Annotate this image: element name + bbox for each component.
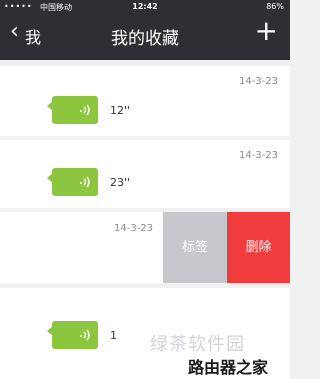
status-bar: ••••• 中国移动 12:42 86% — [0, 0, 290, 14]
delete-button[interactable]: 删除 — [227, 212, 290, 283]
item-date: 14-3-23 — [238, 76, 278, 87]
favorite-item[interactable]: 14-3-23 12'' — [0, 66, 290, 136]
voice-duration: 1 — [110, 329, 117, 342]
favorite-item-swiped[interactable]: 14-3-23 标签 删除 — [0, 212, 290, 283]
top-bar: ••••• 中国移动 12:42 86% ‹ 我 我的收藏 + — [0, 0, 290, 60]
watermark-text: 路由器之家 — [188, 358, 269, 377]
tag-button[interactable]: 标签 — [163, 212, 227, 283]
voice-bubble[interactable] — [52, 96, 98, 124]
battery-level: 86% — [266, 2, 284, 11]
navigation-bar: ‹ 我 我的收藏 + — [0, 14, 290, 60]
page-title: 我的收藏 — [111, 29, 179, 49]
watermark-text: 绿茶软件园 — [150, 334, 245, 355]
item-date: 14-3-23 — [114, 223, 154, 234]
clock: 12:42 — [132, 2, 158, 11]
item-date: 14-3-23 — [238, 150, 278, 161]
voice-wave-icon — [80, 104, 90, 116]
voice-bubble[interactable] — [52, 321, 98, 349]
voice-bubble[interactable] — [52, 168, 98, 196]
watermark: 绿茶软件园 路由器之家 — [140, 330, 290, 379]
voice-duration: 23'' — [110, 176, 131, 189]
plus-icon[interactable]: + — [255, 17, 278, 45]
favorite-item[interactable]: 14-3-23 23'' — [0, 140, 290, 208]
voice-duration: 12'' — [110, 104, 131, 117]
voice-wave-icon — [80, 176, 90, 188]
voice-wave-icon — [80, 329, 90, 341]
